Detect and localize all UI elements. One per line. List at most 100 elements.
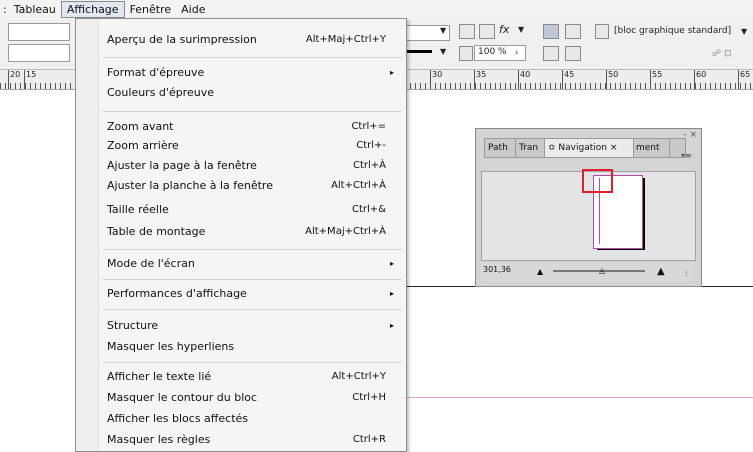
menu-item-masquer-regles[interactable]: Masquer les règles Ctrl+R xyxy=(107,431,398,449)
menu-item-label: Format d'épreuve xyxy=(107,66,205,79)
opacity-field[interactable]: 100 % › xyxy=(474,45,526,61)
ruler-tick xyxy=(430,70,431,89)
menu-item-table-montage[interactable]: Table de montage Alt+Maj+Ctrl+À xyxy=(107,223,398,241)
menu-item-label: Afficher le texte lié xyxy=(107,370,212,383)
menu-separator xyxy=(103,57,402,58)
ruler-label: 40 xyxy=(520,70,531,79)
menu-separator xyxy=(103,309,402,310)
ruler-label: 60 xyxy=(696,70,707,79)
menu-separator xyxy=(103,111,402,112)
zoom-value[interactable]: 301,36 xyxy=(483,265,511,274)
menubar-item-fenetre[interactable]: Fenêtre xyxy=(125,1,177,18)
menu-item-shortcut: Ctrl+- xyxy=(356,140,386,151)
align-icon[interactable] xyxy=(543,24,559,39)
menu-item-performances-affichage[interactable]: Performances d'affichage ▸ xyxy=(107,285,398,303)
menu-item-shortcut: Alt+Ctrl+Y xyxy=(331,371,386,382)
zoom-slider-handle[interactable]: ◬ xyxy=(599,266,605,275)
menu-item-shortcut: Ctrl+R xyxy=(352,434,386,445)
fx-icon[interactable]: fx xyxy=(499,23,509,36)
zoom-out-icon[interactable]: ▲ xyxy=(537,267,543,276)
stroke-type-swatch xyxy=(406,50,432,53)
chevron-down-icon[interactable]: ▼ xyxy=(741,27,747,36)
object-style-select[interactable]: [bloc graphique standard] xyxy=(614,26,731,36)
align-bottom-icon[interactable] xyxy=(543,46,559,61)
chevron-right-icon[interactable]: › xyxy=(515,48,518,57)
menu-item-couleurs-epreuve[interactable]: Couleurs d'épreuve xyxy=(107,84,398,102)
menu-icon-gutter xyxy=(76,19,99,451)
submenu-arrow-icon: ▸ xyxy=(389,259,394,268)
resize-grip-icon[interactable]: ⁞ xyxy=(685,269,688,278)
menu-separator xyxy=(103,249,402,250)
menu-item-taille-reelle[interactable]: Taille réelle Ctrl+& xyxy=(107,201,398,219)
menu-item-mode-ecran[interactable]: Mode de l'écran ▸ xyxy=(107,255,398,273)
menu-item-label: Masquer le contour du bloc xyxy=(107,391,258,404)
y-field[interactable] xyxy=(8,44,70,62)
affichage-menu: Aperçu de la surimpression Alt+Maj+Ctrl+… xyxy=(75,18,407,452)
panel-menu-icon[interactable]: ▾≡ xyxy=(681,151,692,160)
menu-item-label: Masquer les règles xyxy=(107,433,211,446)
menu-item-structure[interactable]: Structure ▸ xyxy=(107,317,398,335)
menu-item-zoom-arriere[interactable]: Zoom arrière Ctrl+- xyxy=(107,137,398,155)
ruler-tick xyxy=(606,70,607,89)
menu-item-label: Aperçu de la surimpression xyxy=(107,33,257,46)
menu-item-apercu-surimpression[interactable]: Aperçu de la surimpression Alt+Maj+Ctrl+… xyxy=(107,31,398,49)
submenu-arrow-icon: ▸ xyxy=(389,68,394,77)
tab-close-icon[interactable]: × xyxy=(610,143,618,153)
menu-item-label: Couleurs d'épreuve xyxy=(107,86,214,99)
ruler-label: 30 xyxy=(432,70,443,79)
ruler-tick xyxy=(562,70,563,89)
tab-navigation[interactable]: ≎ Navigation × xyxy=(545,139,634,157)
menu-item-ajuster-page[interactable]: Ajuster la page à la fenêtre Ctrl+À xyxy=(107,157,398,175)
menu-item-afficher-blocs-affectes[interactable]: Afficher les blocs affectés xyxy=(107,410,398,428)
menubar: : Tableau Affichage Fenêtre Aide xyxy=(0,0,753,19)
menu-item-shortcut: Ctrl+H xyxy=(352,392,386,403)
navigator-preview xyxy=(481,169,696,261)
frame-fit-icon[interactable] xyxy=(459,24,475,39)
menu-item-afficher-texte-lie[interactable]: Afficher le texte lié Alt+Ctrl+Y xyxy=(107,368,398,386)
x-field[interactable] xyxy=(8,23,70,41)
tab-transform[interactable]: Tran xyxy=(516,139,545,157)
chevron-down-icon[interactable]: ▼ xyxy=(518,25,524,34)
view-box[interactable] xyxy=(582,169,613,193)
ruler-label: 20 xyxy=(10,70,21,79)
distribute-icon[interactable] xyxy=(565,24,581,39)
menubar-item-affichage[interactable]: Affichage xyxy=(60,1,125,18)
chevron-down-icon[interactable]: ▼ xyxy=(440,47,446,56)
panel-tab-strip: Path Tran ≎ Navigation × ment xyxy=(484,138,686,158)
menu-item-shortcut: Alt+Maj+Ctrl+À xyxy=(305,226,386,237)
submenu-arrow-icon: ▸ xyxy=(389,321,394,330)
menubar-item-prev[interactable]: : xyxy=(0,1,9,18)
menu-item-label: Zoom avant xyxy=(107,120,174,133)
menu-item-zoom-avant[interactable]: Zoom avant Ctrl+= xyxy=(107,118,398,136)
zoom-in-icon[interactable]: ▲ xyxy=(657,266,665,277)
menu-item-label: Ajuster la page à la fenêtre xyxy=(107,159,257,172)
tab-path[interactable]: Path xyxy=(485,139,516,157)
navigator-panel: - × Path Tran ≎ Navigation × ment ▾≡ 301… xyxy=(475,128,702,287)
chevron-down-icon[interactable]: ▼ xyxy=(440,26,446,35)
menu-item-masquer-hyperliens[interactable]: Masquer les hyperliens xyxy=(107,338,398,356)
ruler-tick xyxy=(738,70,739,89)
menu-item-shortcut: Alt+Maj+Ctrl+Y xyxy=(305,34,386,45)
submenu-arrow-icon: ▸ xyxy=(389,289,394,298)
menubar-item-tableau[interactable]: Tableau xyxy=(9,1,61,18)
margin-guide xyxy=(405,397,753,398)
menu-item-masquer-contour-bloc[interactable]: Masquer le contour du bloc Ctrl+H xyxy=(107,389,398,407)
drop-shadow-icon[interactable] xyxy=(479,24,495,39)
ruler-tick xyxy=(474,70,475,89)
menu-item-format-epreuve[interactable]: Format d'épreuve ▸ xyxy=(107,64,398,82)
opacity-icon xyxy=(459,46,473,61)
menubar-item-aide[interactable]: Aide xyxy=(176,1,210,18)
menu-item-label: Mode de l'écran xyxy=(107,257,195,270)
tab-grip-icon: ≎ xyxy=(548,143,559,153)
menu-separator xyxy=(103,362,402,363)
ruler-tick xyxy=(518,70,519,89)
align-center-icon[interactable] xyxy=(565,46,581,61)
quick-apply-icon[interactable]: ☍ ⊡ xyxy=(712,49,732,59)
ruler-label: 65 xyxy=(740,70,751,79)
menu-item-shortcut: Ctrl+= xyxy=(351,121,386,132)
menu-item-label: Structure xyxy=(107,319,159,332)
tab-document[interactable]: ment xyxy=(633,139,670,157)
object-style-icon xyxy=(595,24,609,39)
menu-item-label: Performances d'affichage xyxy=(107,287,247,300)
menu-item-ajuster-planche[interactable]: Ajuster la planche à la fenêtre Alt+Ctrl… xyxy=(107,177,398,195)
